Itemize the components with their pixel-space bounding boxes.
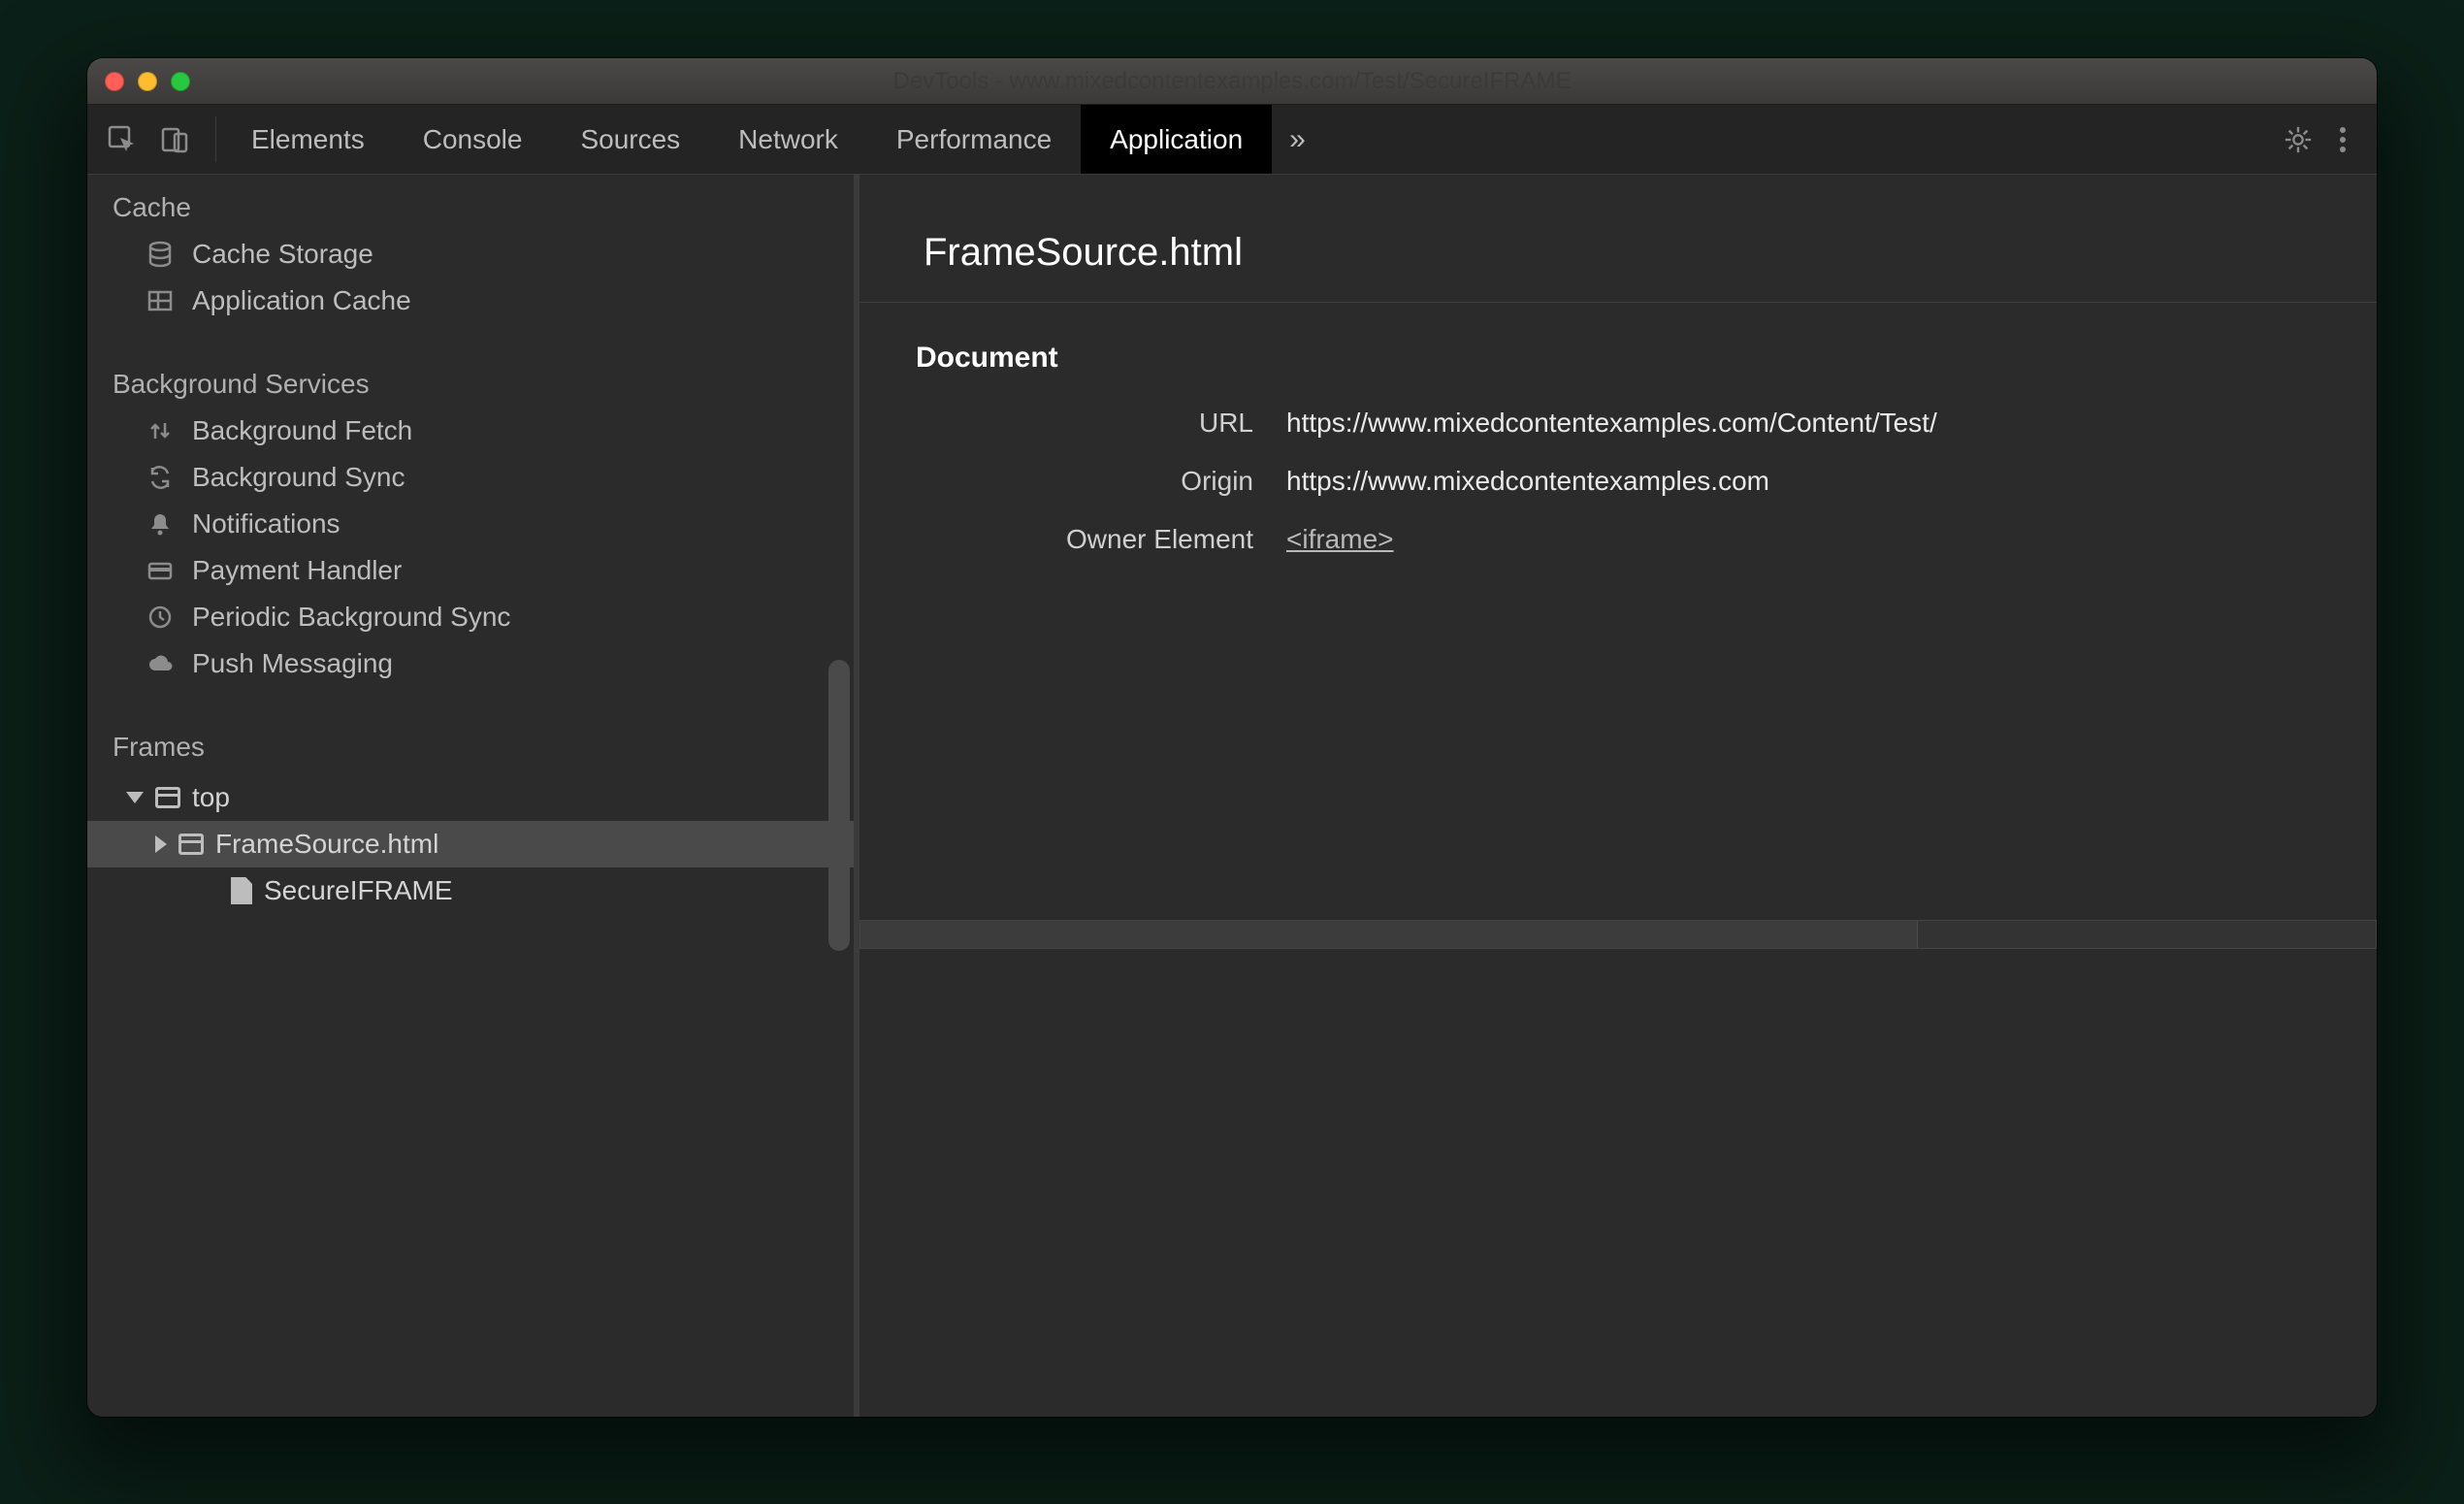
- maximize-window-button[interactable]: [171, 72, 190, 91]
- sidebar-item-label: Payment Handler: [192, 555, 402, 586]
- inspect-element-icon[interactable]: [107, 124, 138, 155]
- owner-element-label: Owner Element: [859, 524, 1286, 555]
- window-controls: [105, 72, 190, 91]
- row-origin: Origin https://www.mixedcontentexamples.…: [859, 452, 2377, 510]
- minimize-window-button[interactable]: [138, 72, 157, 91]
- sidebar-item-application-cache[interactable]: Application Cache: [87, 278, 854, 324]
- tab-label: Elements: [251, 124, 365, 155]
- section-background-services: Background Services: [87, 351, 854, 408]
- sidebar-item-background-fetch[interactable]: Background Fetch: [87, 408, 854, 454]
- origin-label: Origin: [859, 466, 1286, 497]
- device-toggle-icon[interactable]: [159, 124, 190, 155]
- credit-card-icon: [146, 556, 175, 585]
- section-frames: Frames: [87, 714, 854, 770]
- cloud-icon: [146, 649, 175, 678]
- sidebar-item-periodic-background-sync[interactable]: Periodic Background Sync: [87, 594, 854, 640]
- sidebar-item-label: Background Sync: [192, 462, 405, 493]
- tab-label: Sources: [580, 124, 680, 155]
- grid-icon: [146, 286, 175, 315]
- sidebar-item-label: Periodic Background Sync: [192, 602, 510, 633]
- frame-title: FrameSource.html: [859, 175, 2377, 302]
- panel-tabs: Elements Console Sources Network Perform…: [222, 105, 2254, 174]
- application-sidebar: Cache Cache Storage Application Cache: [87, 175, 854, 1417]
- close-window-button[interactable]: [105, 72, 124, 91]
- sidebar-item-push-messaging[interactable]: Push Messaging: [87, 640, 854, 687]
- sidebar-scrollbar[interactable]: [828, 660, 850, 951]
- tab-performance[interactable]: Performance: [867, 105, 1081, 174]
- tab-sources[interactable]: Sources: [551, 105, 709, 174]
- sidebar-item-label: Background Fetch: [192, 415, 412, 446]
- sidebar-item-notifications[interactable]: Notifications: [87, 501, 854, 547]
- tab-elements[interactable]: Elements: [222, 105, 394, 174]
- tab-network[interactable]: Network: [709, 105, 867, 174]
- sidebar-item-label: Push Messaging: [192, 648, 393, 679]
- kebab-menu-icon[interactable]: [2338, 125, 2348, 154]
- sidebar-item-cache-storage[interactable]: Cache Storage: [87, 231, 854, 278]
- sidebar-item-payment-handler[interactable]: Payment Handler: [87, 547, 854, 594]
- spacer: [202, 882, 219, 899]
- document-icon: [231, 877, 252, 904]
- swap-icon: [146, 416, 175, 445]
- expand-toggle-icon[interactable]: [126, 792, 144, 803]
- devtools-window: DevTools - www.mixedcontentexamples.com/…: [87, 58, 2377, 1417]
- frame-tree-top[interactable]: top: [87, 774, 854, 821]
- tab-console[interactable]: Console: [394, 105, 552, 174]
- tree-item-label: FrameSource.html: [215, 829, 438, 860]
- tab-label: Console: [423, 124, 523, 155]
- row-owner-element: Owner Element <iframe>: [859, 510, 2377, 569]
- tab-label: Network: [738, 124, 838, 155]
- bell-icon: [146, 509, 175, 539]
- tab-label: Performance: [896, 124, 1052, 155]
- sync-icon: [146, 463, 175, 492]
- frame-tree-framesource[interactable]: FrameSource.html: [87, 821, 854, 867]
- window-title: DevTools - www.mixedcontentexamples.com/…: [87, 68, 2377, 95]
- tree-item-label: SecureIFRAME: [264, 875, 453, 906]
- tree-item-label: top: [192, 782, 230, 813]
- frame-icon: [155, 787, 180, 808]
- clock-icon: [146, 603, 175, 632]
- owner-element-link[interactable]: <iframe>: [1286, 524, 1394, 555]
- expand-toggle-icon[interactable]: [155, 835, 167, 853]
- sidebar-item-label: Notifications: [192, 508, 340, 539]
- frame-icon: [178, 834, 204, 855]
- tab-application[interactable]: Application: [1081, 105, 1272, 174]
- url-label: URL: [859, 408, 1286, 439]
- horizontal-scrollbar[interactable]: [859, 908, 2377, 961]
- settings-icon[interactable]: [2284, 125, 2313, 154]
- title-bar: DevTools - www.mixedcontentexamples.com/…: [87, 58, 2377, 105]
- url-value: https://www.mixedcontentexamples.com/Con…: [1286, 408, 1937, 439]
- frame-tree-secureiframe[interactable]: SecureIFRAME: [87, 867, 854, 914]
- sidebar-item-label: Application Cache: [192, 285, 411, 316]
- section-cache: Cache: [87, 175, 854, 231]
- main-toolbar: Elements Console Sources Network Perform…: [87, 105, 2377, 175]
- sidebar-item-label: Cache Storage: [192, 239, 373, 270]
- more-tabs-icon[interactable]: »: [1272, 105, 1323, 174]
- document-heading: Document: [859, 303, 2377, 394]
- origin-value: https://www.mixedcontentexamples.com: [1286, 466, 1769, 497]
- frame-details-panel: FrameSource.html Document URL https://ww…: [859, 175, 2377, 1417]
- sidebar-item-background-sync[interactable]: Background Sync: [87, 454, 854, 501]
- tab-label: Application: [1110, 124, 1243, 155]
- row-url: URL https://www.mixedcontentexamples.com…: [859, 394, 2377, 452]
- database-icon: [146, 240, 175, 269]
